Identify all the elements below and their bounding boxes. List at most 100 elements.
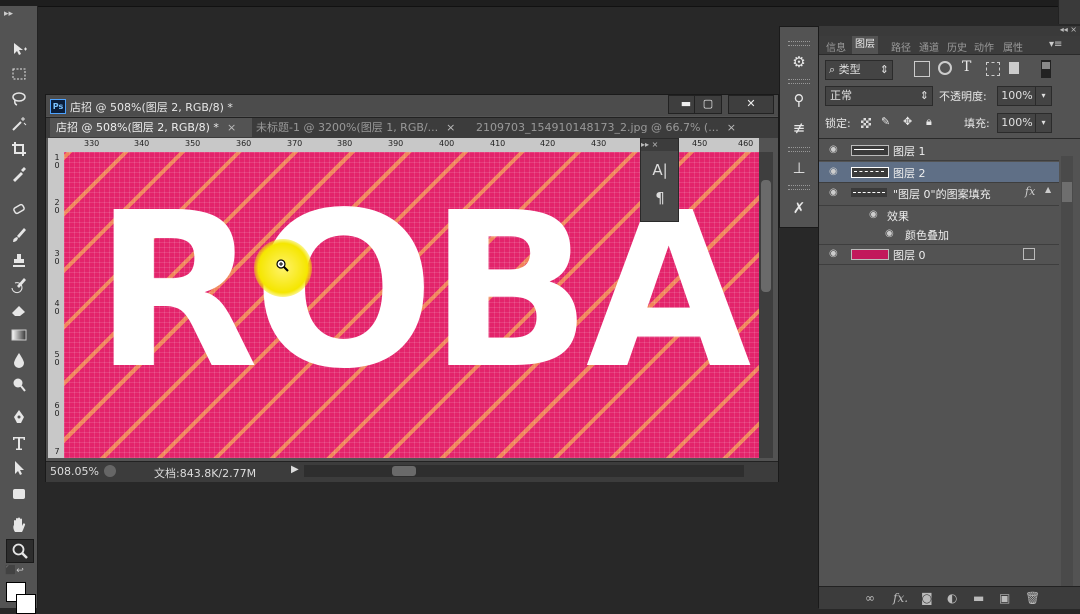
tab-untitled-1[interactable]: 未标题-1 @ 3200%(图层 1, RGB/... × (250, 118, 472, 137)
pen-tool-icon[interactable] (6, 406, 32, 428)
fx-icon[interactable]: fx (1025, 185, 1035, 198)
filter-pixel-icon[interactable] (914, 61, 930, 77)
tab-jpg-image[interactable]: 2109703_154910148173_2.jpg @ 66.7% (... × (470, 118, 746, 137)
type-tool-icon[interactable] (6, 432, 32, 454)
eye-icon[interactable]: ◉ (829, 166, 841, 178)
adjustments-icon[interactable]: ≢ (787, 117, 811, 139)
eye-icon[interactable]: ◉ (869, 209, 881, 221)
panel-menu-icon[interactable]: ▾≡ (1049, 39, 1062, 50)
brush-tool-icon[interactable] (6, 224, 32, 246)
gradient-tool-icon[interactable] (6, 324, 32, 346)
filter-adjustment-icon[interactable] (938, 61, 952, 75)
lock-all-icon[interactable]: 🔒︎ (926, 115, 932, 129)
new-layer-icon[interactable]: ▣ (999, 591, 1010, 605)
dock-grip[interactable] (788, 147, 810, 152)
tab-close-icon[interactable]: × (227, 121, 236, 134)
layer-filter-select[interactable]: ⌕ 类型 ⇕ (825, 60, 893, 80)
marquee-tool-icon[interactable] (6, 63, 32, 85)
layer-name[interactable]: 图层 0 (893, 247, 926, 263)
collapse-effects-icon[interactable]: ▲ (1045, 185, 1051, 194)
opacity-dropdown-icon[interactable]: ▾ (1035, 86, 1052, 106)
tab-properties[interactable]: 属性 (1003, 39, 1023, 54)
lock-position-icon[interactable]: ✥ (903, 115, 912, 128)
close-button[interactable]: ✕ (728, 95, 774, 114)
status-arrow-icon[interactable]: ▶ (291, 464, 299, 475)
navigator-panel-icon[interactable]: ⚙ (787, 51, 811, 73)
tab-history[interactable]: 历史 (947, 39, 967, 54)
vertical-scroll-thumb[interactable] (761, 180, 771, 292)
fill-input[interactable]: 100% (997, 113, 1037, 133)
blend-mode-select[interactable]: 正常 ⇕ (825, 86, 933, 106)
filter-type-icon[interactable]: T (962, 59, 971, 75)
healing-brush-icon[interactable] (6, 198, 32, 220)
zoom-tool-icon[interactable] (6, 539, 34, 563)
color-overlay-row[interactable]: ◉ 颜色叠加 (819, 224, 1059, 245)
horizontal-scroll-thumb[interactable] (392, 466, 416, 476)
layers-scrollbar[interactable] (1061, 156, 1073, 586)
paragraph-panel-icon[interactable]: ¶ (651, 189, 669, 207)
lock-transparent-icon[interactable] (861, 118, 871, 128)
opacity-input[interactable]: 100% (997, 86, 1037, 106)
layer-row-1[interactable]: ◉ 图层 1 (819, 140, 1059, 161)
clone-source-icon[interactable]: ⊥ (787, 157, 811, 179)
history-brush-icon[interactable] (6, 274, 32, 296)
layer-row-0[interactable]: ◉ 图层 0 (819, 244, 1059, 265)
fill-dropdown-icon[interactable]: ▾ (1035, 113, 1052, 133)
brush-preset-icon[interactable]: ⚲ (787, 89, 811, 111)
vertical-scrollbar[interactable] (759, 152, 773, 458)
tab-dianzhao[interactable]: 店招 @ 508%(图层 2, RGB/8) * × (50, 118, 252, 137)
mini-panel-header[interactable]: ▸▸ × (641, 139, 678, 151)
crop-tool-icon[interactable] (6, 138, 32, 160)
horizontal-scrollbar[interactable] (304, 465, 744, 477)
lock-pixels-icon[interactable]: ✎ (881, 115, 890, 128)
blur-tool-icon[interactable] (6, 349, 32, 371)
layer-row-2[interactable]: ◉ 图层 2 (819, 162, 1059, 183)
toolbar-collapse-icon[interactable]: ▸▸ (4, 9, 13, 19)
panel-collapse-icon[interactable]: ◂◂ × (1060, 25, 1077, 34)
tab-channels[interactable]: 通道 (919, 39, 939, 54)
filter-shape-icon[interactable] (986, 62, 1000, 76)
document-title-bar[interactable]: Ps 店招 @ 508%(图层 2, RGB/8) * ▬ ▢ ✕ (46, 95, 778, 116)
move-tool-icon[interactable] (6, 38, 32, 60)
layer-name[interactable]: "图层 0"的图案填充 (893, 186, 991, 202)
adjustment-icon[interactable]: ◐ (947, 591, 957, 605)
fx-icon[interactable]: fx. (893, 591, 908, 605)
status-menu-icon[interactable] (104, 465, 116, 477)
magic-wand-icon[interactable] (6, 113, 32, 135)
layer-row-pattern-fill[interactable]: ◉ "图层 0"的图案填充 fx ▲ (819, 183, 1059, 206)
layer-name[interactable]: 图层 2 (893, 165, 926, 181)
tab-layers[interactable]: 图层 (852, 36, 878, 54)
lasso-tool-icon[interactable] (6, 88, 32, 110)
dodge-tool-icon[interactable] (6, 374, 32, 396)
dock-grip[interactable] (788, 185, 810, 190)
effects-row[interactable]: ◉ 效果 (819, 205, 1059, 225)
maximize-button[interactable]: ▢ (694, 95, 722, 114)
layer-name[interactable]: 图层 1 (893, 143, 926, 159)
tab-close-icon[interactable]: × (727, 121, 736, 134)
zoom-level[interactable]: 508.05% (50, 465, 99, 478)
eye-icon[interactable]: ◉ (829, 144, 841, 156)
rectangle-tool-icon[interactable] (6, 483, 32, 505)
tab-info[interactable]: 信息 (826, 39, 846, 54)
ruler-origin[interactable] (48, 138, 64, 152)
eyedropper-icon[interactable] (6, 163, 32, 185)
vertical-ruler[interactable]: 1 0 2 0 3 0 4 0 5 0 6 0 7 (48, 152, 64, 458)
hand-tool-icon[interactable] (6, 514, 32, 536)
folder-icon[interactable]: ▬ (973, 591, 984, 605)
background-color-swatch[interactable] (16, 594, 36, 614)
tab-actions[interactable]: 动作 (974, 39, 994, 54)
character-panel-icon[interactable]: A| (651, 161, 669, 179)
link-icon[interactable]: ∞ (865, 591, 875, 605)
eraser-tool-icon[interactable] (6, 299, 32, 321)
filter-smart-object-icon[interactable] (1009, 62, 1019, 74)
layers-scroll-thumb[interactable] (1062, 182, 1072, 202)
dock-grip[interactable] (788, 79, 810, 84)
dock-grip[interactable] (788, 41, 810, 46)
eye-icon[interactable]: ◉ (829, 248, 841, 260)
filter-toggle[interactable] (1041, 60, 1051, 78)
mask-icon[interactable]: ◙ (921, 591, 933, 605)
tab-paths[interactable]: 路径 (891, 39, 911, 54)
trash-icon[interactable]: 🗑︎ (1025, 591, 1040, 605)
eye-icon[interactable]: ◉ (885, 228, 897, 240)
eye-icon[interactable]: ◉ (829, 187, 841, 199)
